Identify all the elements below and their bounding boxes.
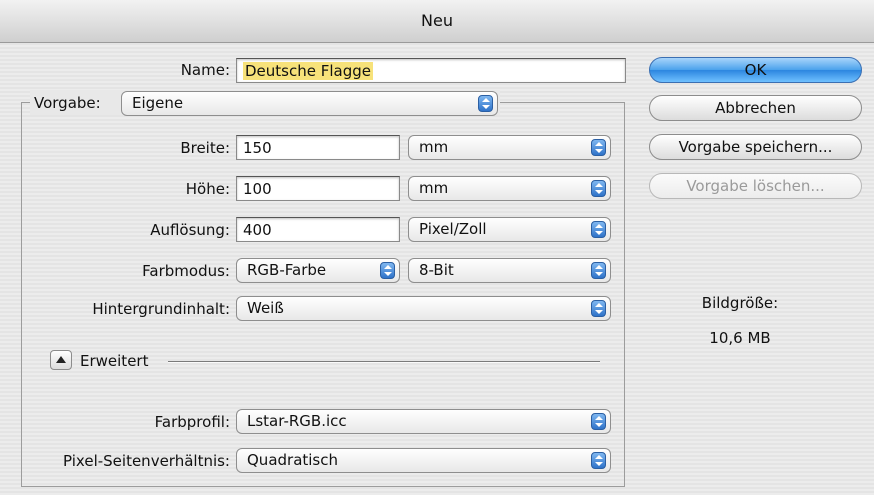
width-field[interactable]: 150 [236, 135, 400, 160]
name-value: Deutsche Flagge [243, 62, 373, 80]
height-field[interactable]: 100 [236, 176, 400, 201]
color-profile-select[interactable]: Lstar-RGB.icc [236, 409, 611, 434]
image-size-label: Bildgröße: [701, 294, 779, 312]
chevron-updown-icon [591, 262, 606, 279]
background-label: Hintergrundinhalt: [92, 300, 230, 318]
chevron-updown-icon [380, 262, 395, 279]
advanced-divider [168, 361, 600, 363]
bit-depth-select[interactable]: 8-Bit [408, 258, 611, 283]
chevron-updown-icon [591, 221, 606, 238]
triangle-up-icon [56, 356, 66, 363]
color-profile-label: Farbprofil: [154, 413, 230, 431]
chevron-updown-icon [478, 95, 493, 112]
bit-depth-value: 8-Bit [419, 261, 454, 279]
chevron-updown-icon [591, 139, 606, 156]
chevron-updown-icon [591, 413, 606, 430]
chevron-updown-icon [591, 300, 606, 317]
height-label: Höhe: [185, 180, 230, 198]
image-size-value: 10,6 MB [709, 329, 771, 347]
width-unit-select[interactable]: mm [408, 135, 611, 160]
pixel-aspect-value: Quadratisch [247, 451, 339, 469]
name-field[interactable]: Deutsche Flagge [236, 58, 626, 83]
width-unit-value: mm [419, 138, 449, 156]
color-profile-value: Lstar-RGB.icc [247, 412, 347, 430]
pixel-aspect-select[interactable]: Quadratisch [236, 448, 611, 473]
color-mode-select[interactable]: RGB-Farbe [236, 258, 400, 283]
chevron-updown-icon [591, 452, 606, 469]
ok-button[interactable]: OK [649, 57, 862, 83]
resolution-label: Auflösung: [150, 221, 230, 239]
color-mode-value: RGB-Farbe [247, 261, 327, 279]
chevron-updown-icon [591, 180, 606, 197]
window-title: Neu [0, 0, 874, 43]
cancel-button[interactable]: Abbrechen [649, 95, 862, 121]
advanced-label: Erweitert [80, 352, 149, 370]
resolution-field[interactable]: 400 [236, 217, 400, 242]
advanced-toggle[interactable] [50, 350, 72, 370]
background-select[interactable]: Weiß [236, 296, 611, 321]
delete-preset-button[interactable]: Vorgabe löschen... [649, 173, 862, 199]
save-preset-button[interactable]: Vorgabe speichern... [649, 134, 862, 160]
resolution-unit-select[interactable]: Pixel/Zoll [408, 217, 611, 242]
resolution-unit-value: Pixel/Zoll [419, 220, 487, 238]
color-mode-label: Farbmodus: [142, 262, 230, 280]
pixel-aspect-label: Pixel-Seitenverhältnis: [63, 452, 230, 470]
height-unit-select[interactable]: mm [408, 176, 611, 201]
preset-select[interactable]: Eigene [121, 91, 498, 116]
preset-value: Eigene [132, 94, 184, 112]
height-unit-value: mm [419, 179, 449, 197]
preset-label: Vorgabe: [34, 94, 101, 112]
name-label: Name: [180, 61, 230, 79]
width-label: Breite: [180, 139, 230, 157]
background-value: Weiß [247, 299, 284, 317]
